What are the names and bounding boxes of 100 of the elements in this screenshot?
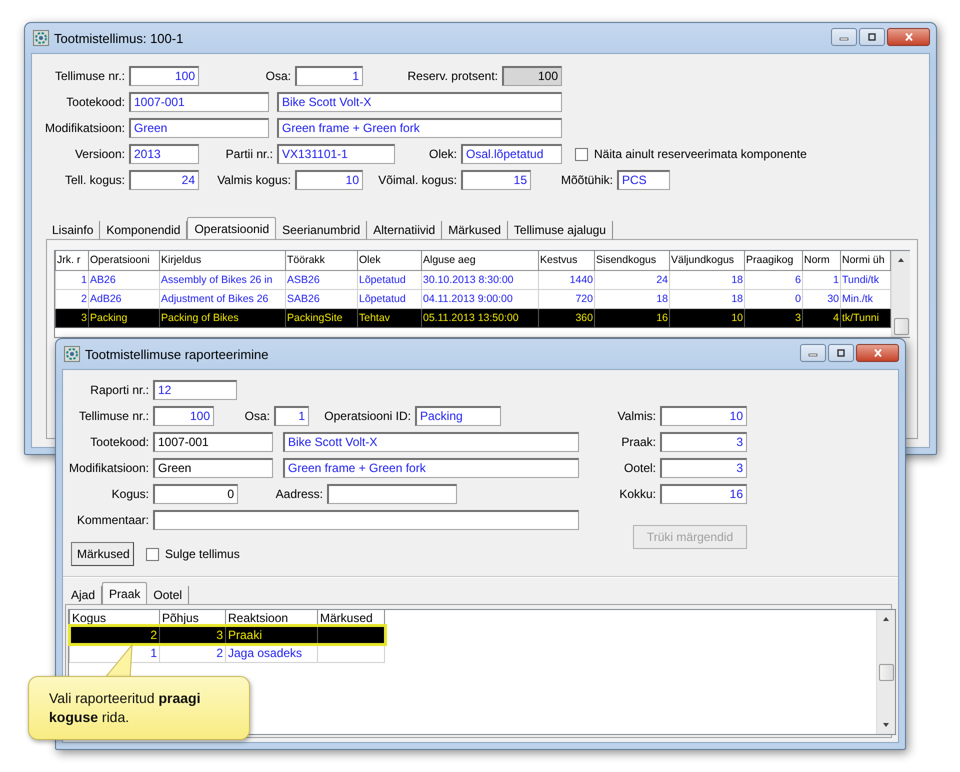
table-cell: Assembly of Bikes 26 in: [160, 270, 286, 289]
column-header[interactable]: Töörakk: [286, 251, 358, 270]
column-header[interactable]: Väljundkogus: [670, 251, 744, 270]
table-row[interactable]: 2 3 Praaki: [70, 626, 384, 644]
text-field[interactable]: PCS: [617, 170, 670, 190]
table-cell: 1440: [538, 270, 594, 289]
column-header[interactable]: Olek: [358, 251, 422, 270]
field-label: Olek:: [428, 147, 458, 161]
text-field[interactable]: 0: [153, 484, 238, 504]
checkbox-label: Sulge tellimus: [165, 547, 240, 561]
text-field[interactable]: 2013: [129, 144, 199, 164]
field-label: Modifikatsioon:: [44, 121, 126, 135]
column-header[interactable]: Jrk. r: [56, 251, 88, 270]
column-header[interactable]: Kirjeldus: [160, 251, 286, 270]
table-cell: 2: [56, 289, 88, 308]
text-field[interactable]: Green frame + Green fork: [277, 118, 562, 138]
text-field[interactable]: Green: [153, 458, 273, 478]
table-row[interactable]: 3 Packing Packing of Bikes PackingSite Tehtav 05.11.2013 13:50:00 360 16 10 3 4 tk/Tunni: [56, 308, 890, 327]
text-field[interactable]: 15: [461, 170, 531, 190]
table-cell: 04.11.2013 9:00:00: [422, 289, 538, 308]
field-label: Tellimuse nr.:: [54, 69, 126, 83]
callout: Vali raporteeritud praagi koguse rida.: [28, 676, 250, 740]
text-field[interactable]: 1: [295, 66, 363, 86]
table-cell: 1: [56, 270, 88, 289]
table-cell: 18: [670, 270, 744, 289]
table-cell: Praaki: [226, 626, 318, 644]
table-cell: 18: [594, 289, 670, 308]
table-cell: 16: [594, 308, 670, 327]
table-cell: 0: [744, 289, 802, 308]
column-header[interactable]: Normi üh: [840, 251, 890, 270]
column-header[interactable]: Operatsiooni: [88, 251, 160, 270]
field-label: Kogus:: [110, 487, 150, 501]
tab[interactable]: Operatsioonid: [187, 217, 276, 239]
text-field[interactable]: 1007-001: [129, 92, 269, 112]
table-cell: 18: [670, 289, 744, 308]
text-field[interactable]: Green frame + Green fork: [283, 458, 579, 478]
table-cell: 3: [744, 308, 802, 327]
text-field[interactable]: Osal.lõpetatud: [461, 144, 562, 164]
column-header[interactable]: Sisendkogus: [594, 251, 670, 270]
table-cell: Jaga osadeks: [226, 644, 318, 662]
text-field[interactable]: Packing: [415, 406, 501, 426]
tab[interactable]: Praak: [102, 582, 148, 604]
text-field[interactable]: 10: [660, 406, 747, 426]
text-field[interactable]: 3: [660, 458, 747, 478]
notes-button[interactable]: Märkused: [71, 542, 134, 566]
table-cell: 24: [594, 270, 670, 289]
text-field[interactable]: 10: [295, 170, 363, 190]
field-label: Tootekood:: [89, 435, 150, 449]
field-label: Versioon:: [74, 147, 126, 161]
table-cell: Lõpetatud: [358, 289, 422, 308]
field-label: Mõõtühik:: [560, 173, 614, 187]
table-cell: PackingSite: [286, 308, 358, 327]
table-cell: AB26: [88, 270, 160, 289]
field-label: Raporti nr.:: [89, 383, 150, 397]
column-header[interactable]: Alguse aeg: [422, 251, 538, 270]
table-cell: SAB26: [286, 289, 358, 308]
table-cell: ASB26: [286, 270, 358, 289]
field-label: Aadress:: [274, 487, 324, 501]
field-label: Partii nr.:: [224, 147, 274, 161]
text-field[interactable]: Bike Scott Volt-X: [283, 432, 579, 452]
table-cell: 3: [160, 626, 226, 644]
field-label: Reserv. protsent:: [406, 69, 499, 83]
field-label: Valmis kogus:: [216, 173, 292, 187]
table-cell: 10: [670, 308, 744, 327]
text-field[interactable]: 1: [274, 406, 309, 426]
text-field[interactable]: VX131101-1: [277, 144, 395, 164]
table-cell: 3: [56, 308, 88, 327]
table-row[interactable]: 1 AB26 Assembly of Bikes 26 in ASB26 Lõpetatud 30.10.2013 8:30:00 1440 24 18 6 1 Tundi/tk: [56, 270, 890, 289]
text-field[interactable]: 24: [129, 170, 199, 190]
text-field[interactable]: 100: [502, 66, 562, 86]
column-header[interactable]: Norm: [802, 251, 840, 270]
table-cell: 30.10.2013 8:30:00: [422, 270, 538, 289]
text-field[interactable]: Green: [129, 118, 269, 138]
text-field[interactable]: 100: [129, 66, 199, 86]
table-cell: Adjustment of Bikes 26: [160, 289, 286, 308]
column-header[interactable]: Praagikog: [744, 251, 802, 270]
field-label: Tootekood:: [65, 95, 126, 109]
field-label: Praak:: [620, 435, 657, 449]
field-label: Kokku:: [618, 487, 657, 501]
field-label: Tell. kogus:: [64, 173, 126, 187]
text-field[interactable]: 100: [153, 406, 214, 426]
text-field[interactable]: Bike Scott Volt-X: [277, 92, 562, 112]
text-field[interactable]: 1007-001: [153, 432, 273, 452]
column-header[interactable]: Kestvus: [538, 251, 594, 270]
field-label: Tellimuse nr.:: [78, 409, 150, 423]
table-cell: Packing: [88, 308, 160, 327]
field-label: Operatsiooni ID:: [323, 409, 412, 423]
table-cell: 05.11.2013 13:50:00: [422, 308, 538, 327]
table-cell: 2: [160, 644, 226, 662]
table-row[interactable]: 2 AdB26 Adjustment of Bikes 26 SAB26 Lõpetatud 04.11.2013 9:00:00 720 18 18 0 30 Min./tk: [56, 289, 890, 308]
field-label: Kommentaar:: [76, 513, 150, 527]
table-cell: 6: [744, 270, 802, 289]
text-field[interactable]: 3: [660, 432, 747, 452]
table-cell: Packing of Bikes: [160, 308, 286, 327]
checkbox-label: Näita ainult reserveerimata komponente: [594, 147, 807, 161]
table-cell: AdB26: [88, 289, 160, 308]
field-label: Võimal. kogus:: [377, 173, 458, 187]
text-field[interactable]: 12: [153, 380, 237, 400]
window-title: Tootmistellimus: 100-1: [54, 30, 184, 46]
text-field[interactable]: 16: [660, 484, 747, 504]
